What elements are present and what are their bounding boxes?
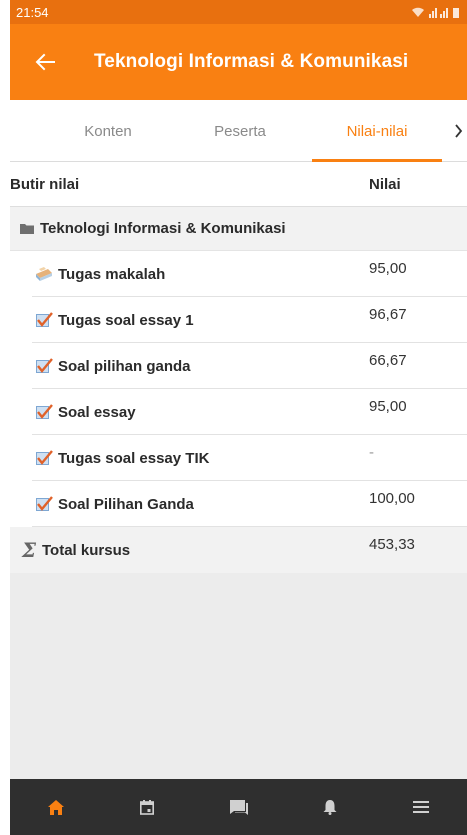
grade-row-soal-essay[interactable]: Soal essay 95,00 — [10, 389, 467, 435]
nav-home-button[interactable] — [10, 779, 101, 835]
quiz-icon — [34, 402, 54, 422]
grade-item-name: Soal Pilihan Ganda — [58, 495, 194, 513]
grades-table: Butir nilai Nilai Teknologi Informasi & … — [10, 162, 467, 573]
tab-peserta[interactable]: Peserta — [190, 100, 290, 162]
grade-item-name: Tugas soal essay 1 — [58, 311, 194, 329]
grade-value: 95,00 — [369, 259, 407, 277]
page-title: Teknologi Informasi & Komunikasi — [94, 51, 409, 72]
table-header: Butir nilai Nilai — [10, 162, 467, 207]
messages-icon — [229, 799, 248, 815]
grade-row-tugas-makalah[interactable]: Tugas makalah 95,00 — [10, 251, 467, 297]
grade-row-tugas-soal-essay-tik[interactable]: Tugas soal essay TIK - — [10, 435, 467, 481]
calendar-icon — [140, 799, 155, 815]
app-bar: Teknologi Informasi & Komunikasi — [10, 24, 467, 100]
tab-nilai-nilai[interactable]: Nilai-nilai — [312, 100, 442, 162]
tab-konten[interactable]: Konten — [58, 100, 158, 162]
grade-value: 100,00 — [369, 489, 415, 507]
grade-value: 66,67 — [369, 351, 407, 369]
app-screen: 21:54 Teknologi Informasi & Komunikasi K… — [10, 0, 467, 835]
grade-row-soal-pilihan-ganda[interactable]: Soal pilihan ganda 66,67 — [10, 343, 467, 389]
signal-icon — [429, 7, 448, 18]
category-row: Teknologi Informasi & Komunikasi — [10, 207, 467, 251]
quiz-icon — [34, 448, 54, 468]
nav-notifications-button[interactable] — [284, 779, 375, 835]
back-button[interactable] — [10, 24, 80, 100]
nav-menu-button[interactable] — [376, 779, 467, 835]
grade-value: - — [369, 443, 374, 461]
grade-item-name: Soal pilihan ganda — [58, 357, 191, 375]
total-row: Σ Total kursus 453,33 — [10, 527, 467, 573]
home-icon — [47, 799, 64, 815]
arrow-left-icon — [35, 53, 55, 71]
sigma-icon: Σ — [21, 538, 37, 562]
category-name: Teknologi Informasi & Komunikasi — [40, 220, 286, 237]
chevron-right-icon — [455, 124, 463, 138]
grade-row-soal-pilihan-ganda-2[interactable]: Soal Pilihan Ganda 100,00 — [10, 481, 467, 527]
grade-row-tugas-soal-essay-1[interactable]: Tugas soal essay 1 96,67 — [10, 297, 467, 343]
column-header-item: Butir nilai — [10, 175, 80, 193]
folder-icon — [20, 223, 34, 234]
status-bar: 21:54 — [10, 0, 467, 24]
status-time: 21:54 — [16, 4, 49, 20]
status-icons — [411, 7, 459, 18]
column-header-grade: Nilai — [369, 175, 401, 193]
grade-item-name: Soal essay — [58, 403, 136, 421]
nav-messages-button[interactable] — [193, 779, 284, 835]
tabs-next-button[interactable] — [450, 100, 467, 162]
tab-bar: Konten Peserta Nilai-nilai — [10, 100, 467, 162]
grade-item-name: Tugas soal essay TIK — [58, 449, 210, 467]
menu-icon — [413, 801, 430, 813]
total-label: Total kursus — [42, 541, 131, 559]
quiz-icon — [34, 494, 54, 514]
quiz-icon — [34, 310, 54, 330]
nav-calendar-button[interactable] — [101, 779, 192, 835]
wifi-icon — [412, 7, 424, 17]
battery-icon — [453, 7, 459, 18]
grade-value: 95,00 — [369, 397, 407, 415]
quiz-icon — [34, 356, 54, 376]
grade-value: 96,67 — [369, 305, 407, 323]
bottom-nav — [10, 779, 467, 835]
total-value: 453,33 — [369, 535, 415, 553]
assignment-icon — [34, 264, 54, 284]
grade-item-name: Tugas makalah — [58, 265, 166, 283]
bell-icon — [323, 800, 337, 815]
